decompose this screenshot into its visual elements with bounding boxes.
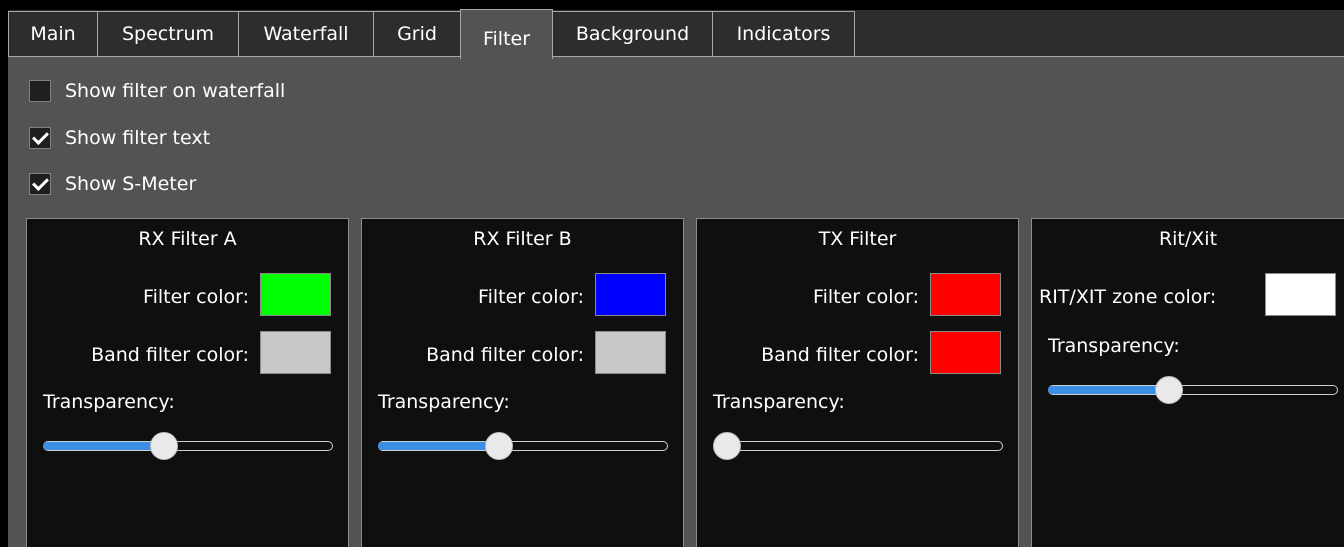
rx-filter-a-filter-color-label: Filter color: <box>143 286 249 308</box>
rx-filter-a-band-filter-color-swatch[interactable] <box>260 331 331 374</box>
tx-filter-group: TX Filter Filter color: Band filter colo… <box>696 218 1019 547</box>
slider-fill <box>378 442 500 450</box>
rx-filter-b-band-filter-color-label: Band filter color: <box>426 344 584 366</box>
rx-filter-a-transparency-slider[interactable] <box>43 432 333 460</box>
tx-filter-title: TX Filter <box>818 228 897 250</box>
show-filter-on-waterfall-label: Show filter on waterfall <box>65 80 286 102</box>
tx-filter-transparency-label: Transparency: <box>713 391 845 413</box>
slider-thumb[interactable] <box>485 432 514 460</box>
tx-filter-filter-color-swatch[interactable] <box>930 273 1001 316</box>
tab-grid[interactable]: Grid <box>373 11 461 56</box>
tab-filter[interactable]: Filter <box>460 9 553 59</box>
show-filter-on-waterfall-checkbox[interactable] <box>29 80 51 102</box>
rit-xit-transparency-slider[interactable] <box>1048 376 1338 404</box>
show-filter-text-checkbox[interactable] <box>29 127 51 149</box>
rx-filter-b-group: RX Filter B Filter color: Band filter co… <box>361 218 684 547</box>
rit-xit-transparency-label: Transparency: <box>1048 335 1180 357</box>
slider-thumb[interactable] <box>1155 376 1184 404</box>
show-filter-text-option[interactable]: Show filter text <box>29 124 210 152</box>
show-s-meter-option[interactable]: Show S-Meter <box>29 170 196 198</box>
tx-filter-band-filter-color-label: Band filter color: <box>761 344 919 366</box>
tab-waterfall[interactable]: Waterfall <box>238 11 374 56</box>
rx-filter-b-title: RX Filter B <box>473 228 572 250</box>
filter-settings-window: Main Spectrum Waterfall Grid Filter Back… <box>0 0 1344 547</box>
slider-fill <box>1048 386 1170 394</box>
rit-xit-title: Rit/Xit <box>1158 228 1218 250</box>
rit-xit-zone-color-swatch[interactable] <box>1265 273 1336 316</box>
tab-spectrum[interactable]: Spectrum <box>97 11 239 56</box>
rit-xit-group: Rit/Xit RIT/XIT zone color: Transparency… <box>1031 218 1344 547</box>
rx-filter-b-filter-color-swatch[interactable] <box>595 273 666 316</box>
slider-track <box>713 441 1003 451</box>
rx-filter-b-filter-color-label: Filter color: <box>478 286 584 308</box>
rx-filter-b-transparency-label: Transparency: <box>378 391 510 413</box>
rx-filter-a-transparency-label: Transparency: <box>43 391 175 413</box>
rx-filter-a-group: RX Filter A Filter color: Band filter co… <box>26 218 349 547</box>
slider-fill <box>43 442 165 450</box>
rx-filter-b-band-filter-color-swatch[interactable] <box>595 331 666 374</box>
tab-background[interactable]: Background <box>552 11 713 56</box>
show-s-meter-label: Show S-Meter <box>65 173 197 195</box>
tab-indicators[interactable]: Indicators <box>712 11 855 56</box>
rx-filter-a-title: RX Filter A <box>138 228 237 250</box>
show-filter-on-waterfall-option[interactable]: Show filter on waterfall <box>29 77 285 105</box>
tx-filter-transparency-slider[interactable] <box>713 432 1003 460</box>
show-s-meter-checkbox[interactable] <box>29 173 51 195</box>
tx-filter-filter-color-label: Filter color: <box>813 286 919 308</box>
rx-filter-a-band-filter-color-label: Band filter color: <box>91 344 249 366</box>
tab-bar: Main Spectrum Waterfall Grid Filter Back… <box>0 0 1344 59</box>
show-filter-text-label: Show filter text <box>65 127 211 149</box>
slider-thumb[interactable] <box>150 432 179 460</box>
tab-main[interactable]: Main <box>8 11 98 56</box>
rx-filter-a-filter-color-swatch[interactable] <box>260 273 331 316</box>
rit-xit-zone-color-label: RIT/XIT zone color: <box>1039 286 1217 308</box>
rx-filter-b-transparency-slider[interactable] <box>378 432 668 460</box>
slider-thumb[interactable] <box>713 432 741 460</box>
tx-filter-band-filter-color-swatch[interactable] <box>930 331 1001 374</box>
